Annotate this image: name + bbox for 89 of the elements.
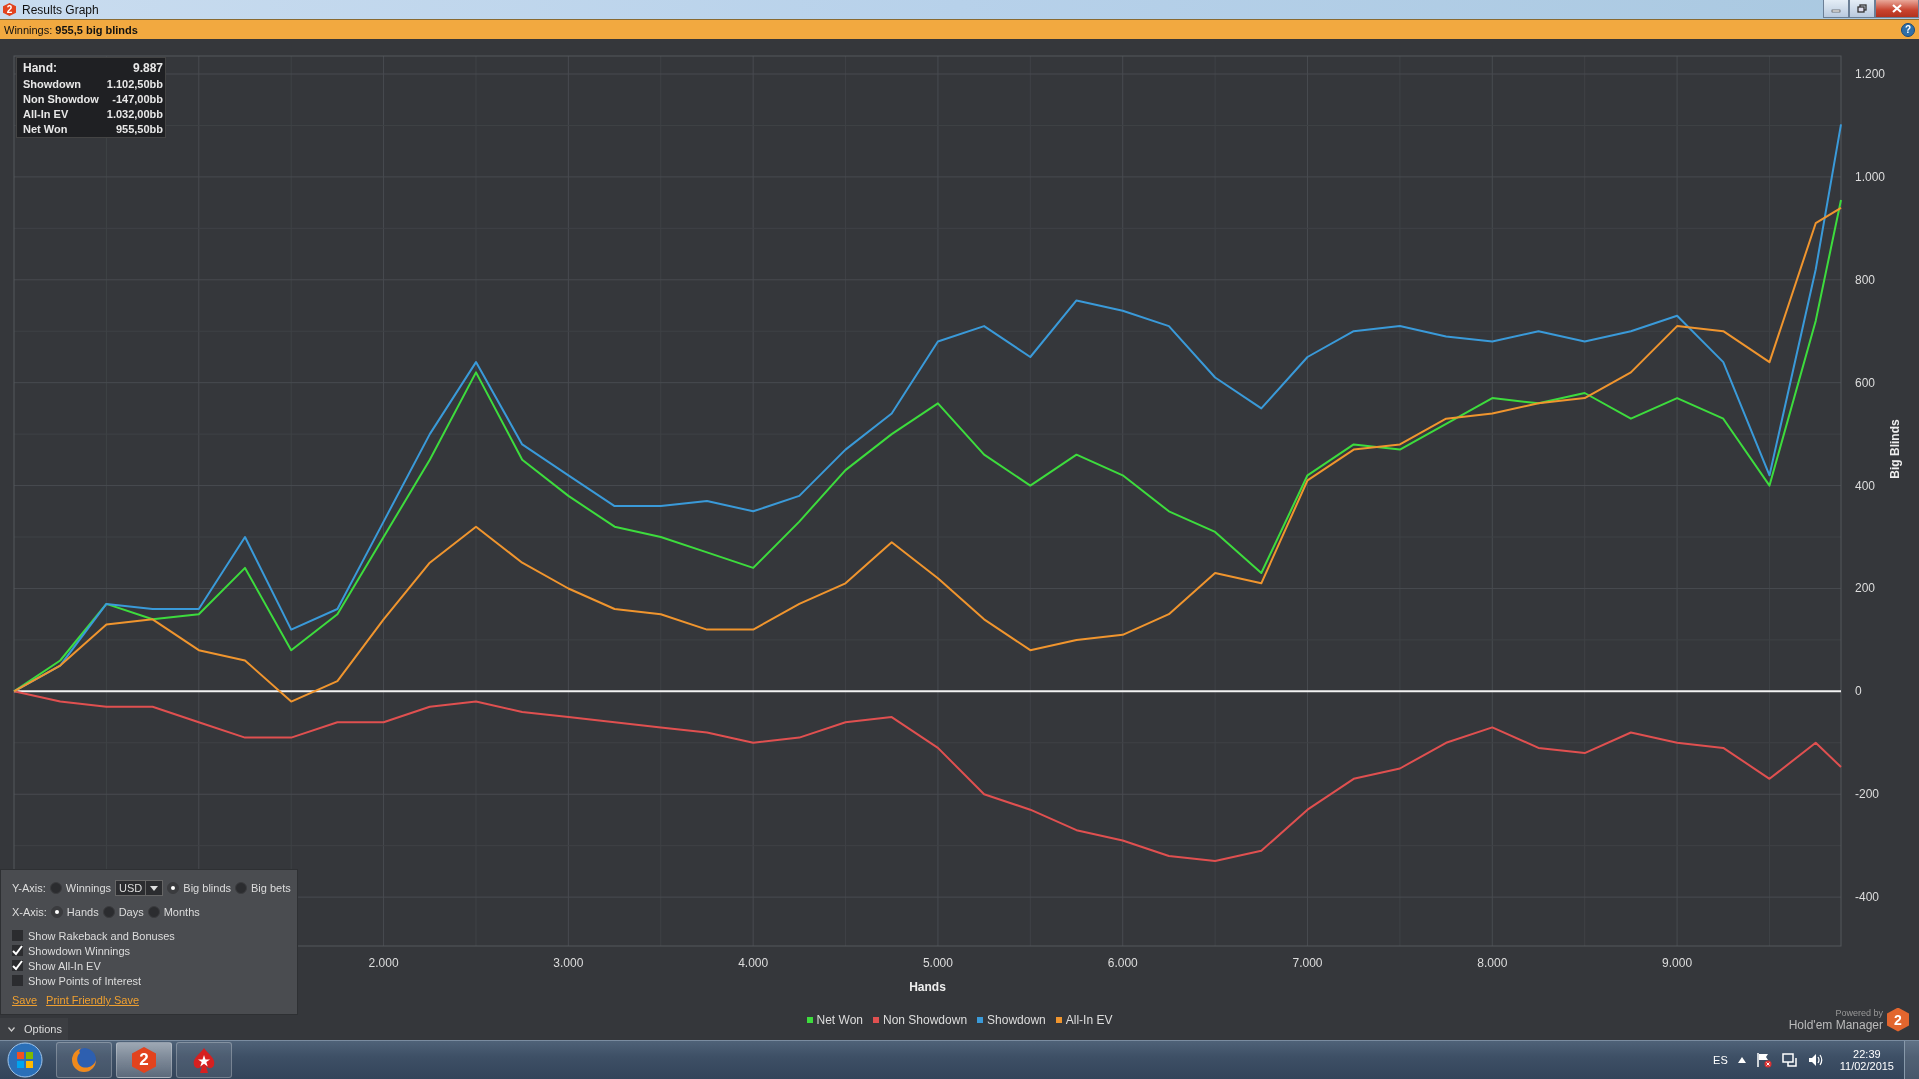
checkbox[interactable] [12, 930, 23, 941]
radio-button[interactable] [102, 906, 115, 918]
y-tick-label: 200 [1855, 581, 1876, 596]
x-tick-label: 3.000 [553, 956, 584, 970]
y-tick-label: 800 [1855, 272, 1876, 287]
y-tick-label: -200 [1855, 787, 1880, 802]
option-label: Big blinds [183, 882, 231, 894]
legend-label: Showdown [987, 1012, 1046, 1027]
clock-date[interactable]: 11/02/2015 [1839, 1060, 1894, 1072]
stat-label: Non Showdow [23, 93, 99, 105]
taskbar-app[interactable] [176, 1042, 232, 1078]
restore-icon [1857, 4, 1867, 13]
product-name: Hold'em Manager [1788, 1017, 1883, 1032]
x-tick-label: 9.000 [1662, 956, 1693, 970]
x-tick-label: 4.000 [738, 956, 769, 970]
speaker-icon[interactable] [1807, 1052, 1824, 1068]
spade-icon [191, 1046, 217, 1074]
windows-logo-icon [7, 1042, 43, 1078]
option-label: Big bets [251, 882, 291, 894]
app-logo: 2 [1887, 1007, 1909, 1032]
y-axis-title: Big Blinds [1888, 419, 1902, 479]
check-icon [12, 960, 23, 971]
y-tick-label: 400 [1855, 478, 1876, 493]
x-tick-label: 5.000 [922, 956, 953, 970]
taskbar-app[interactable]: 2 [116, 1042, 172, 1078]
checkbox[interactable] [12, 960, 23, 971]
x-tick-label: 6.000 [1107, 956, 1138, 970]
legend-label: Non Showdown [883, 1012, 968, 1027]
checkbox-label: Show All-In EV [28, 959, 101, 972]
radio-button[interactable] [49, 882, 62, 894]
checkbox[interactable] [12, 945, 23, 956]
winnings-summary: Winnings: 955,5 big blinds [4, 23, 139, 36]
app-logo: 2 [132, 1047, 156, 1073]
stat-value: 9.887 [132, 61, 164, 75]
option-label: Days [118, 906, 144, 918]
option-label: Winnings [65, 882, 112, 894]
axis-label: Y-Axis: [12, 882, 46, 894]
show-desktop-button[interactable] [1904, 1041, 1919, 1079]
options-toggle[interactable]: Options [0, 1018, 68, 1040]
window-title: Results Graph [22, 2, 99, 17]
caret-icon [150, 885, 159, 891]
close-button[interactable] [1875, 0, 1919, 18]
stat-label: Net Won [23, 123, 69, 135]
checkbox-label: Show Rakeback and Bonuses [28, 929, 175, 942]
flag-icon[interactable] [1755, 1052, 1772, 1068]
y-tick-label: 1.200 [1855, 67, 1886, 81]
stat-value: 1.102,50bb [106, 78, 164, 90]
checkbox-label: Showdown Winnings [28, 944, 131, 957]
currency-dropdown[interactable]: USD [115, 880, 164, 896]
x-tick-label: 2.000 [368, 956, 399, 970]
stat-label: Hand: [23, 61, 58, 75]
save-link[interactable]: Print Friendly Save [46, 994, 139, 1006]
stat-value: 955,50bb [114, 123, 164, 135]
taskbar-app[interactable] [56, 1042, 112, 1078]
x-axis-title: Hands [909, 980, 946, 994]
axis-label: X-Axis: [12, 906, 47, 918]
x-tick-label: 7.000 [1292, 956, 1323, 970]
close-icon [1892, 4, 1902, 13]
legend-label: All-In EV [1065, 1012, 1113, 1027]
stat-label: Showdown [23, 78, 83, 90]
y-tick-label: 1.000 [1855, 169, 1886, 184]
radio-button[interactable] [147, 906, 160, 918]
check-icon [12, 945, 23, 956]
stat-label: All-In EV [23, 108, 70, 120]
language-indicator[interactable]: ES [1713, 1054, 1728, 1066]
legend-label: Net Won [816, 1012, 863, 1027]
app-logo: 2 [3, 3, 16, 16]
minimize-button[interactable] [1823, 0, 1849, 18]
option-label: Hands [66, 906, 99, 918]
y-tick-label: 600 [1855, 375, 1876, 390]
checkbox-label: Show Points of Interest [28, 974, 142, 987]
help-button[interactable]: ? [1901, 22, 1915, 37]
checkbox[interactable] [12, 975, 23, 986]
x-tick-label: 8.000 [1477, 956, 1508, 970]
maximize-button[interactable] [1849, 0, 1875, 18]
option-label: Months [163, 906, 200, 918]
stat-value: 1.032,00bb [106, 108, 164, 120]
radio-button[interactable] [235, 882, 247, 894]
y-tick-label: -400 [1855, 890, 1880, 905]
globe-icon [70, 1046, 98, 1074]
clock-time[interactable]: 22:39 [1853, 1048, 1881, 1060]
save-link[interactable]: Save [12, 994, 38, 1006]
radio-button[interactable] [167, 882, 180, 894]
stat-value: -147,00bb [111, 93, 164, 105]
radio-button[interactable] [50, 906, 63, 918]
up-arrow-icon[interactable] [1737, 1057, 1746, 1063]
powered-by-caption: Powered by [1835, 1007, 1883, 1018]
y-tick-label: 0 [1855, 684, 1862, 699]
network-icon[interactable] [1781, 1052, 1798, 1068]
